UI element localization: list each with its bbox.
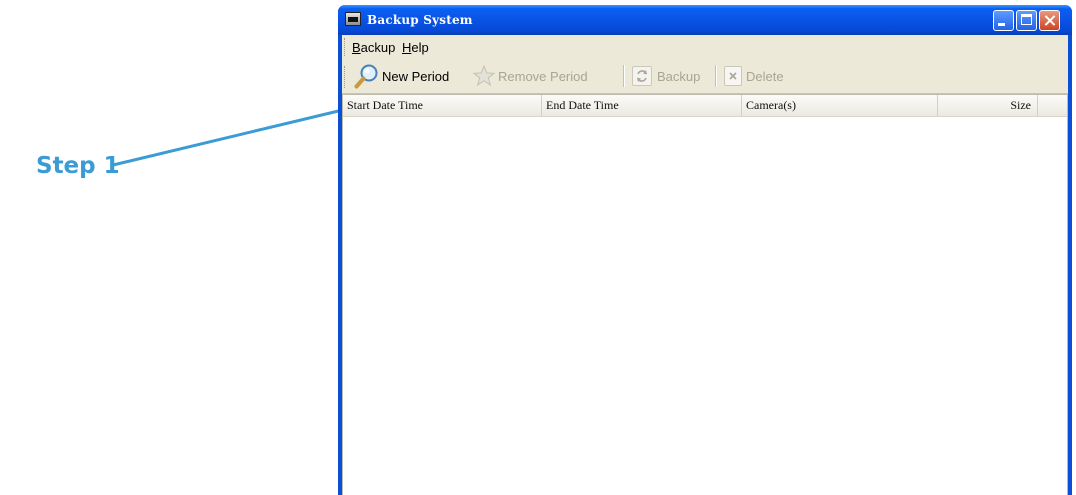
star-icon <box>472 64 496 88</box>
toolbar: New Period Remove Period Backup Delete <box>342 59 1068 94</box>
new-period-label: New Period <box>382 68 450 84</box>
refresh-icon <box>632 66 652 86</box>
menu-mnemonic: B <box>352 40 361 55</box>
delete-icon <box>724 66 742 86</box>
step-1-label: Step 1 <box>36 153 120 179</box>
backup-system-window: Backup System Backup Help New Period Rem… <box>338 5 1072 495</box>
minimize-button[interactable] <box>993 10 1014 31</box>
column-size[interactable]: Size <box>938 95 1038 116</box>
menu-item-backup[interactable]: Backup <box>352 40 395 55</box>
column-cameras[interactable]: Camera(s) <box>742 95 938 116</box>
toolbar-grip[interactable] <box>344 66 347 88</box>
remove-period-label: Remove Period <box>498 68 588 84</box>
menu-item-label: elp <box>411 40 429 55</box>
toolbar-separator <box>623 65 625 87</box>
column-start-date-time[interactable]: Start Date Time <box>343 95 542 116</box>
toolbar-separator <box>715 65 717 87</box>
delete-label: Delete <box>746 68 784 84</box>
close-button[interactable] <box>1039 10 1060 31</box>
table-header: Start Date Time End Date Time Camera(s) … <box>343 95 1067 117</box>
backup-periods-table[interactable]: Start Date Time End Date Time Camera(s) … <box>342 94 1068 495</box>
maximize-button[interactable] <box>1016 10 1037 31</box>
title-bar[interactable]: Backup System <box>338 5 1072 35</box>
backup-label: Backup <box>657 68 701 84</box>
magnify-icon <box>354 63 380 89</box>
menu-item-help[interactable]: Help <box>402 40 429 55</box>
menu-grip[interactable] <box>344 38 347 56</box>
app-icon <box>345 12 361 26</box>
menu-item-label: ackup <box>360 40 396 55</box>
column-end-date-time[interactable]: End Date Time <box>542 95 742 116</box>
window-title: Backup System <box>367 13 473 27</box>
remove-period-button[interactable]: Remove Period <box>472 63 588 89</box>
menu-mnemonic: H <box>402 40 412 55</box>
window-client-area: Backup Help New Period Remove Period Bac… <box>342 35 1068 495</box>
menu-bar: Backup Help <box>342 35 1068 59</box>
new-period-button[interactable]: New Period <box>354 63 449 89</box>
table-body[interactable] <box>343 117 1067 495</box>
delete-button[interactable]: Delete <box>724 63 784 89</box>
backup-button[interactable]: Backup <box>632 63 700 89</box>
